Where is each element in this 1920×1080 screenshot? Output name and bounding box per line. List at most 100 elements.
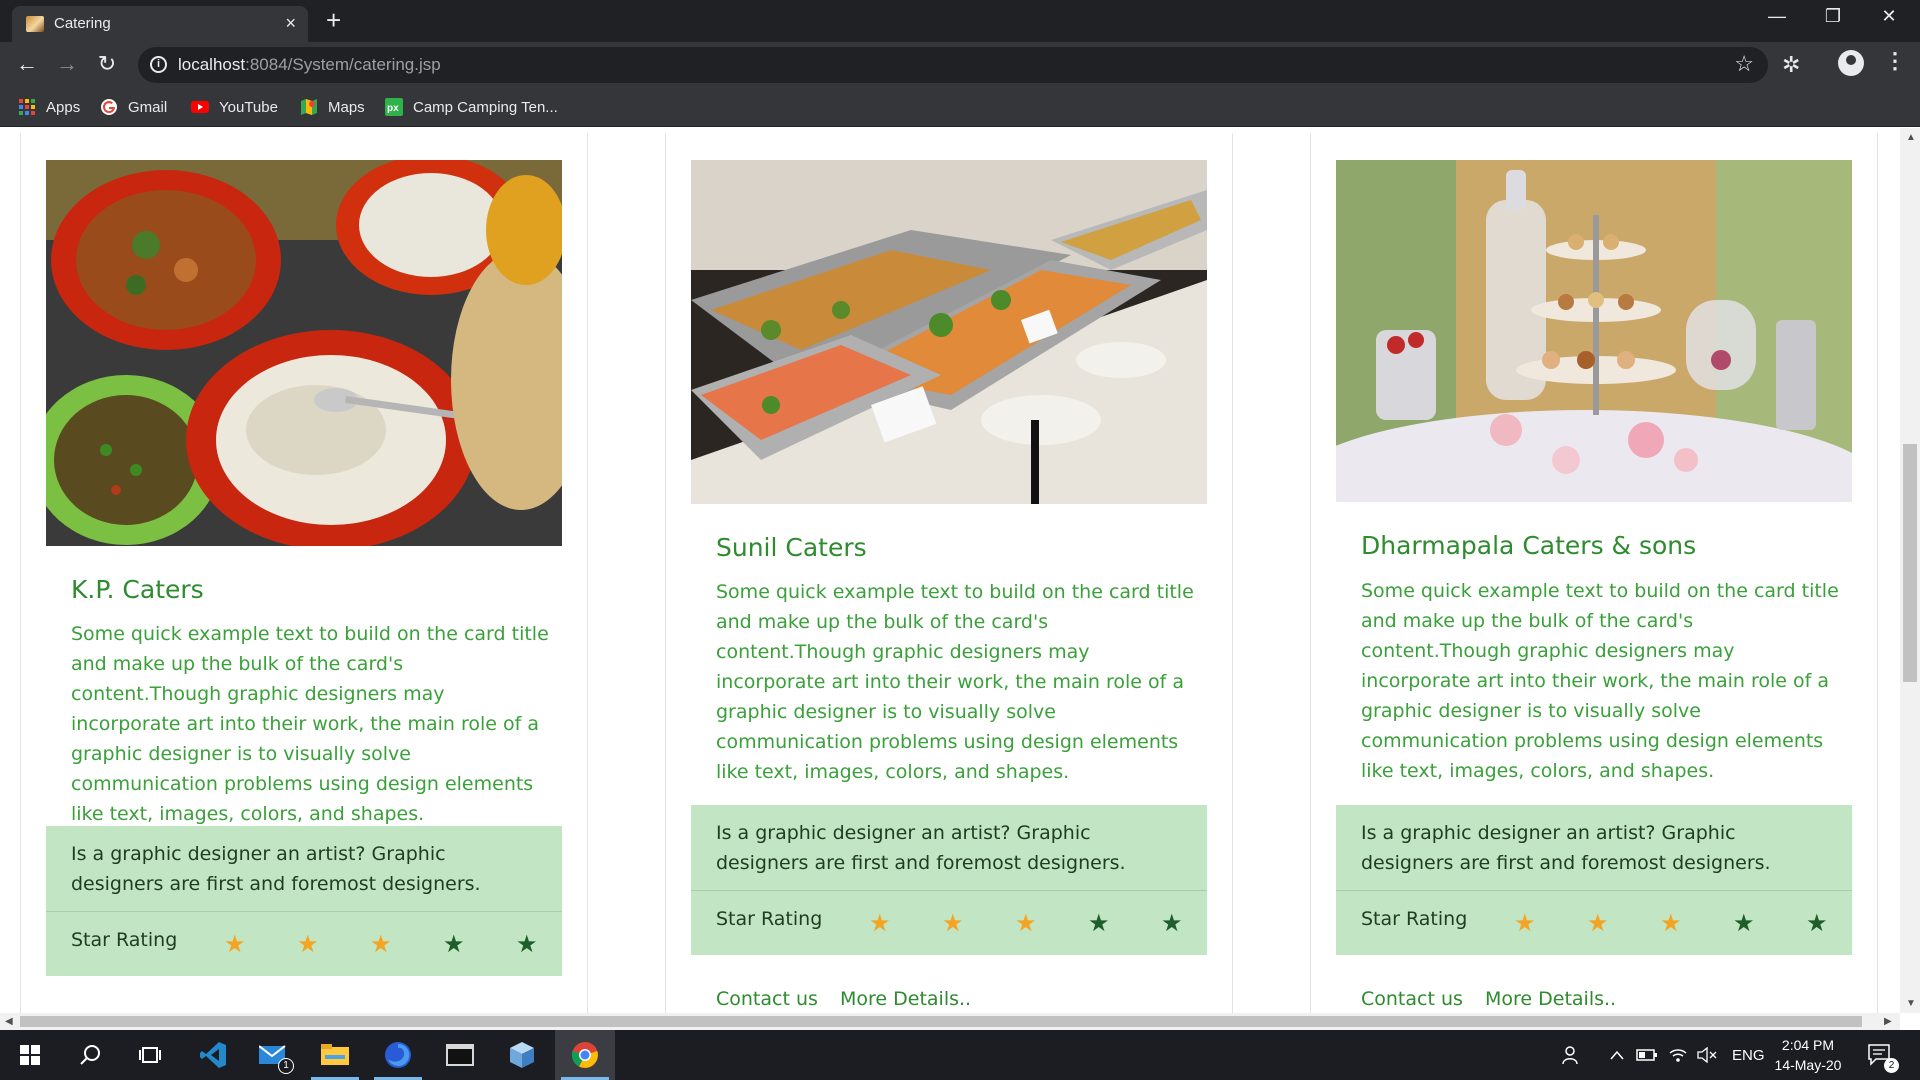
terminal-icon[interactable] xyxy=(430,1030,490,1080)
bookmark-camp-camping[interactable]: px Camp Camping Ten... xyxy=(385,95,558,119)
card-text: Some quick example text to build on the … xyxy=(71,623,549,825)
star-rating-row: Star Rating ★ ★ ★ ★ ★ xyxy=(46,912,562,976)
scroll-down-arrow-icon[interactable]: ▼ xyxy=(1906,998,1916,1009)
bookmarks-bar: Apps Gmail YouTube Maps px Camp Camping … xyxy=(0,87,1920,127)
battery-icon[interactable] xyxy=(1636,1030,1658,1080)
chrome-menu-icon[interactable]: ⋮ xyxy=(1884,48,1906,74)
bookmark-label: Gmail xyxy=(128,98,168,116)
extension-icon[interactable]: ✲ xyxy=(1782,52,1800,78)
star-icon[interactable]: ★ xyxy=(1015,911,1037,935)
language-indicator[interactable]: ENG xyxy=(1732,1030,1765,1080)
star-icon[interactable]: ★ xyxy=(1733,911,1755,935)
more-details-link[interactable]: More Details.. xyxy=(1485,988,1616,1010)
star-icon[interactable]: ★ xyxy=(297,932,319,956)
bookmark-apps[interactable]: Apps xyxy=(18,95,80,119)
vertical-scroll-thumb[interactable] xyxy=(1903,444,1917,682)
star-icon[interactable]: ★ xyxy=(1088,911,1110,935)
browser-titlebar: Catering × + — ❐ ✕ xyxy=(0,0,1920,42)
card-info-panel: Is a graphic designer an artist? Graphic… xyxy=(46,826,562,976)
reload-button[interactable]: ↻ xyxy=(92,50,122,80)
wifi-icon[interactable] xyxy=(1668,1030,1688,1080)
star-icon[interactable]: ★ xyxy=(1806,911,1828,935)
star-icon[interactable]: ★ xyxy=(1587,911,1609,935)
horizontal-scroll-thumb[interactable] xyxy=(20,1016,1862,1027)
vscode-icon[interactable] xyxy=(183,1030,243,1080)
card-info-panel: Is a graphic designer an artist? Graphic… xyxy=(691,805,1207,955)
contact-us-link[interactable]: Contact us xyxy=(716,988,818,1010)
card-image xyxy=(691,160,1207,504)
panel-text: Is a graphic designer an artist? Graphic… xyxy=(46,826,562,912)
url-path: :8084/System/catering.jsp xyxy=(245,55,441,74)
clock-date: 14-May-20 xyxy=(1774,1057,1842,1073)
bookmark-youtube[interactable]: YouTube xyxy=(191,95,278,119)
volume-muted-icon[interactable] xyxy=(1697,1030,1717,1080)
star-rating-row: Star Rating ★ ★ ★ ★ ★ xyxy=(691,891,1207,955)
page-viewport: K.P. Caters Some quick example text to b… xyxy=(0,128,1900,1013)
scroll-up-arrow-icon[interactable]: ▲ xyxy=(1906,132,1916,143)
star-icon[interactable]: ★ xyxy=(869,911,891,935)
notification-center-icon[interactable]: 2 xyxy=(1868,1030,1899,1080)
panel-text: Is a graphic designer an artist? Graphic… xyxy=(691,805,1207,891)
star-icon[interactable]: ★ xyxy=(942,911,964,935)
new-tab-button[interactable]: + xyxy=(326,6,341,34)
google-icon xyxy=(100,98,118,116)
star-rating-label: Star Rating xyxy=(1361,908,1468,930)
forward-button[interactable]: → xyxy=(52,50,82,80)
card-image xyxy=(46,160,562,546)
restore-button[interactable]: ❐ xyxy=(1813,6,1853,27)
url-text[interactable]: localhost:8084/System/catering.jsp xyxy=(178,55,441,75)
star-icon[interactable]: ★ xyxy=(224,932,246,956)
catering-favicon-icon xyxy=(26,16,44,32)
star-icon[interactable]: ★ xyxy=(370,932,392,956)
address-bar[interactable]: i localhost:8084/System/catering.jsp ☆ xyxy=(138,47,1768,83)
youtube-icon xyxy=(191,98,209,116)
url-host: localhost xyxy=(178,55,246,74)
scroll-left-arrow-icon[interactable]: ◀ xyxy=(5,1016,13,1027)
tab-close-icon[interactable]: × xyxy=(285,13,296,34)
caterer-card-kp: K.P. Caters Some quick example text to b… xyxy=(20,133,588,1013)
vertical-scrollbar[interactable]: ▲ ▼ xyxy=(1900,128,1920,1013)
browser-toolbar: ← → ↻ i localhost:8084/System/catering.j… xyxy=(0,42,1920,87)
minimize-button[interactable]: — xyxy=(1757,6,1797,27)
system-clock[interactable]: 2:04 PM 14-May-20 xyxy=(1768,1035,1848,1075)
3d-box-icon[interactable] xyxy=(492,1030,552,1080)
chrome-icon[interactable] xyxy=(555,1030,615,1080)
task-view-icon[interactable] xyxy=(120,1030,180,1080)
notification-badge: 2 xyxy=(1884,1058,1899,1073)
bookmark-label: Apps xyxy=(46,98,81,116)
bookmark-maps[interactable]: Maps xyxy=(300,95,365,119)
px-icon: px xyxy=(385,98,403,116)
star-icon[interactable]: ★ xyxy=(443,932,465,956)
star-icon[interactable]: ★ xyxy=(1514,911,1536,935)
bookmark-star-icon[interactable]: ☆ xyxy=(1734,51,1754,77)
scroll-right-arrow-icon[interactable]: ▶ xyxy=(1884,1016,1892,1027)
tray-chevron-up-icon[interactable] xyxy=(1610,1030,1624,1080)
file-explorer-icon[interactable] xyxy=(305,1030,365,1080)
caterer-card-dharmapala: Dharmapala Caters & sons Some quick exam… xyxy=(1310,133,1878,1013)
site-info-icon[interactable]: i xyxy=(150,56,167,73)
mail-icon[interactable]: 1 xyxy=(243,1030,303,1080)
contact-us-link[interactable]: Contact us xyxy=(1361,988,1463,1010)
bookmark-label: YouTube xyxy=(219,98,278,116)
clock-time: 2:04 PM xyxy=(1781,1037,1835,1053)
tab-catering[interactable]: Catering × xyxy=(12,6,308,42)
firefox-icon[interactable] xyxy=(368,1030,428,1080)
apps-grid-icon xyxy=(18,98,36,116)
star-rating-label: Star Rating xyxy=(716,908,823,930)
star-icon[interactable]: ★ xyxy=(1660,911,1682,935)
profile-avatar-icon[interactable] xyxy=(1838,50,1864,76)
close-window-button[interactable]: ✕ xyxy=(1869,6,1909,27)
dessert-table-photo xyxy=(1336,160,1852,502)
back-button[interactable]: ← xyxy=(12,50,42,80)
card-image xyxy=(1336,160,1852,502)
people-icon[interactable] xyxy=(1562,1030,1584,1080)
bookmark-gmail[interactable]: Gmail xyxy=(100,95,167,119)
star-icon[interactable]: ★ xyxy=(516,932,538,956)
maps-icon xyxy=(300,98,318,116)
windows-start-icon[interactable] xyxy=(0,1030,60,1080)
horizontal-scrollbar[interactable]: ◀ ▶ xyxy=(0,1013,1900,1030)
star-rating-row: Star Rating ★ ★ ★ ★ ★ xyxy=(1336,891,1852,955)
star-icon[interactable]: ★ xyxy=(1161,911,1183,935)
more-details-link[interactable]: More Details.. xyxy=(840,988,971,1010)
search-icon[interactable] xyxy=(60,1030,120,1080)
